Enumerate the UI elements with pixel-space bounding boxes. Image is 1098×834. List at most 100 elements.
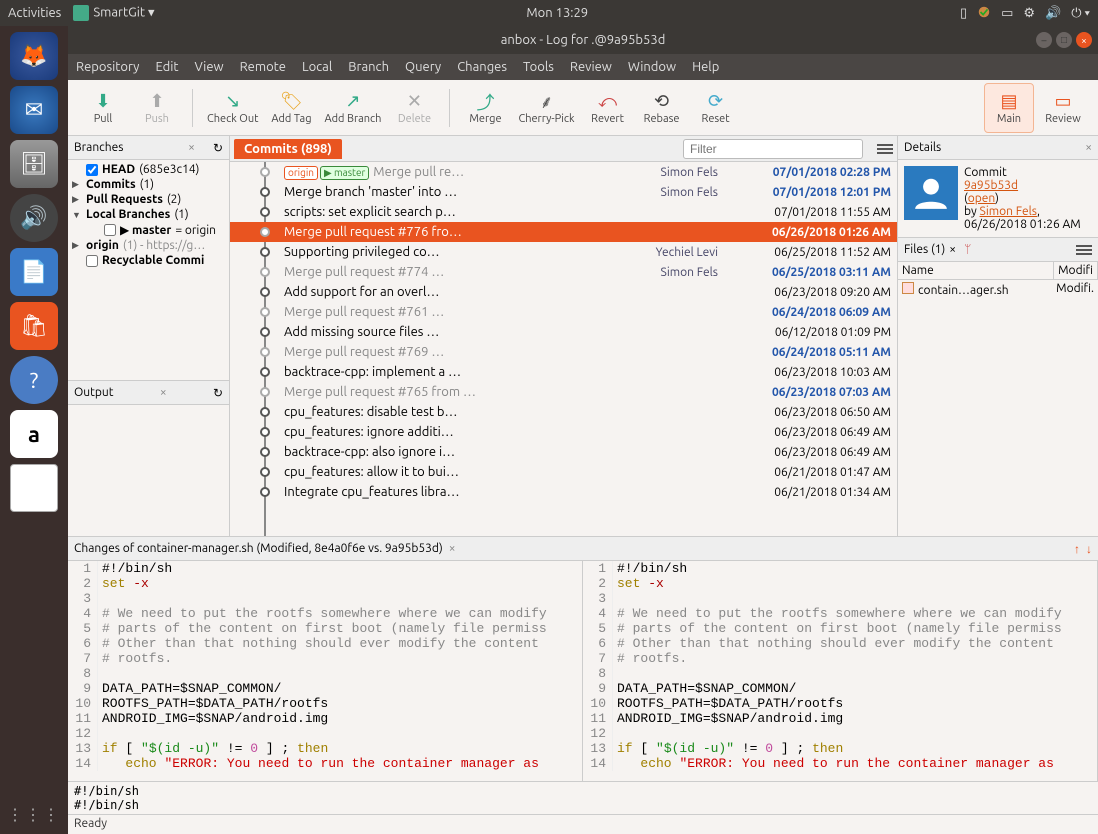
details-tab[interactable]: Details [904,141,941,154]
branch-checkbox[interactable] [86,164,98,176]
filter-input[interactable] [683,139,863,159]
commit-row[interactable]: Supporting privileged co…Yechiel Levi06/… [230,242,897,262]
commit-row[interactable]: Merge pull request #774 …Simon Fels06/25… [230,262,897,282]
commit-row[interactable]: cpu_features: disable test b…06/23/2018 … [230,402,897,422]
volume-icon[interactable]: 🔊 [1045,6,1061,21]
close-icon[interactable]: × [449,542,456,555]
help-icon[interactable]: ? [10,356,58,404]
firefox-icon[interactable]: 🦊 [10,32,58,80]
commit-row[interactable]: Integrate cpu_features libra…06/21/2018 … [230,482,897,502]
addbranch-button[interactable]: ↗Add Branch [320,83,385,133]
branch-checkbox[interactable] [104,224,116,236]
commit-hash-link[interactable]: 9a95b53d [964,179,1018,192]
menu-help[interactable]: Help [692,60,719,74]
menu-query[interactable]: Query [405,60,441,74]
branch-row[interactable]: ▶origin (1) - https://g… [70,238,227,253]
commits-tab[interactable]: Commits (898) [234,139,342,159]
files-icon[interactable]: 🗄 [10,140,58,188]
menu-local[interactable]: Local [302,60,332,74]
music-icon[interactable]: 🔊 [10,194,58,242]
reset-button[interactable]: ⟳Reset [691,83,741,133]
cherrypick-button[interactable]: ⸙Cherry-Pick [514,83,578,133]
commit-row[interactable]: cpu_features: allow it to bui…06/21/2018… [230,462,897,482]
branch-row[interactable]: ▼Local Branches (1) [70,207,227,222]
addtag-button[interactable]: 🏷Add Tag [266,83,316,133]
branch-row[interactable]: Recyclable Commi [70,253,227,268]
power-icon[interactable]: ⏻ ▾ [1071,6,1090,21]
diff-left-pane[interactable]: 1#!/bin/sh2set -x34# We need to put the … [68,561,583,781]
main-view-button[interactable]: ▤Main [984,83,1034,133]
files-tab[interactable]: Files (1) [904,243,945,256]
delete-button[interactable]: ✕Delete [389,83,439,133]
commit-row[interactable]: Merge pull request #776 fro…06/26/2018 0… [230,222,897,242]
close-icon[interactable]: × [160,386,167,399]
clear-icon[interactable]: ↻ [213,386,223,400]
menu-remote[interactable]: Remote [240,60,286,74]
commit-row[interactable]: Merge pull request #765 from …06/23/2018… [230,382,897,402]
close-button[interactable]: × [1076,32,1092,48]
pull-button[interactable]: ⬇Pull [78,83,128,133]
author-link[interactable]: Simon Fels [980,205,1037,218]
diff-right-pane[interactable]: 1#!/bin/sh2set -x34# We need to put the … [583,561,1098,781]
commit-row[interactable]: Add support for an overl…06/23/2018 09:2… [230,282,897,302]
branch-row[interactable]: ▶Pull Requests (2) [70,192,227,207]
push-button[interactable]: ⬆Push [132,83,182,133]
commit-row[interactable]: cpu_features: ignore additi…06/23/2018 0… [230,422,897,442]
battery-icon[interactable]: ▯ [960,6,967,21]
branch-row[interactable]: ▶ master = origin [70,222,227,238]
menu-edit[interactable]: Edit [155,60,178,74]
activities-button[interactable]: Activities [8,6,61,20]
menu-branch[interactable]: Branch [348,60,389,74]
revert-button[interactable]: ⤺Revert [583,83,633,133]
col-name[interactable]: Name [898,262,1054,279]
minimize-button[interactable]: – [1036,32,1052,48]
output-tab[interactable]: Output [74,386,113,399]
menu-repository[interactable]: Repository [76,60,139,74]
menu-view[interactable]: View [195,60,224,74]
amazon-icon[interactable]: a [10,410,58,458]
branches-tab[interactable]: Branches [74,141,123,154]
commit-row[interactable]: Merge pull request #761 …06/24/2018 06:0… [230,302,897,322]
commit-row[interactable]: scripts: set explicit search p…07/01/201… [230,202,897,222]
software-icon[interactable]: 🛍 [10,302,58,350]
menu-window[interactable]: Window [628,60,676,74]
branch-checkbox[interactable] [86,255,98,267]
commit-row[interactable]: Merge pull request #769 …06/24/2018 05:1… [230,342,897,362]
code-icon[interactable]: <> [10,464,58,512]
file-row[interactable]: contain…ager.sh Modifi. [898,280,1098,299]
review-view-button[interactable]: ▭Review [1038,83,1088,133]
github-icon[interactable] [205,141,209,154]
apps-grid-icon[interactable]: ⋮⋮⋮ [7,805,61,824]
refresh-icon[interactable]: ↻ [213,141,223,155]
commit-row[interactable]: backtrace-cpp: implement a …06/23/2018 1… [230,362,897,382]
close-icon[interactable]: × [1085,141,1092,154]
hamburger-icon[interactable] [877,144,893,154]
commit-row[interactable]: Merge branch 'master' into …Simon Fels07… [230,182,897,202]
close-icon[interactable]: × [188,141,195,154]
sync-icon[interactable] [977,5,991,22]
branch-row[interactable]: ▶Commits (1) [70,177,227,192]
diff-tab[interactable]: Changes of container-manager.sh (Modifie… [74,542,443,555]
commit-row[interactable]: Add missing source files …06/12/2018 01:… [230,322,897,342]
hamburger-icon[interactable] [1076,245,1092,255]
col-modified[interactable]: Modifi [1054,262,1098,279]
commit-row[interactable]: origin▶ masterMerge pull re…Simon Fels07… [230,162,897,182]
menu-changes[interactable]: Changes [457,60,507,74]
writer-icon[interactable]: 📄 [10,248,58,296]
checkout-button[interactable]: ↘Check Out [203,83,262,133]
maximize-button[interactable]: □ [1056,32,1072,48]
close-icon[interactable]: × [949,243,956,256]
prev-diff-icon[interactable]: ↑ [1074,542,1080,556]
commit-open-link[interactable]: open [968,192,995,205]
next-diff-icon[interactable]: ↓ [1086,542,1092,556]
display-icon[interactable]: ▭ [1001,6,1013,21]
rebase-button[interactable]: ⟲Rebase [637,83,687,133]
network-icon[interactable]: ⚙ [1023,6,1035,21]
thunderbird-icon[interactable]: ✉ [10,86,58,134]
commit-row[interactable]: backtrace-cpp: also ignore i…06/23/2018 … [230,442,897,462]
menu-review[interactable]: Review [570,60,612,74]
menu-tools[interactable]: Tools [523,60,554,74]
branch-row[interactable]: HEAD (685e3c14) [70,162,227,177]
merge-button[interactable]: ⤴Merge [460,83,510,133]
app-indicator[interactable]: SmartGit ▾ [73,5,154,21]
